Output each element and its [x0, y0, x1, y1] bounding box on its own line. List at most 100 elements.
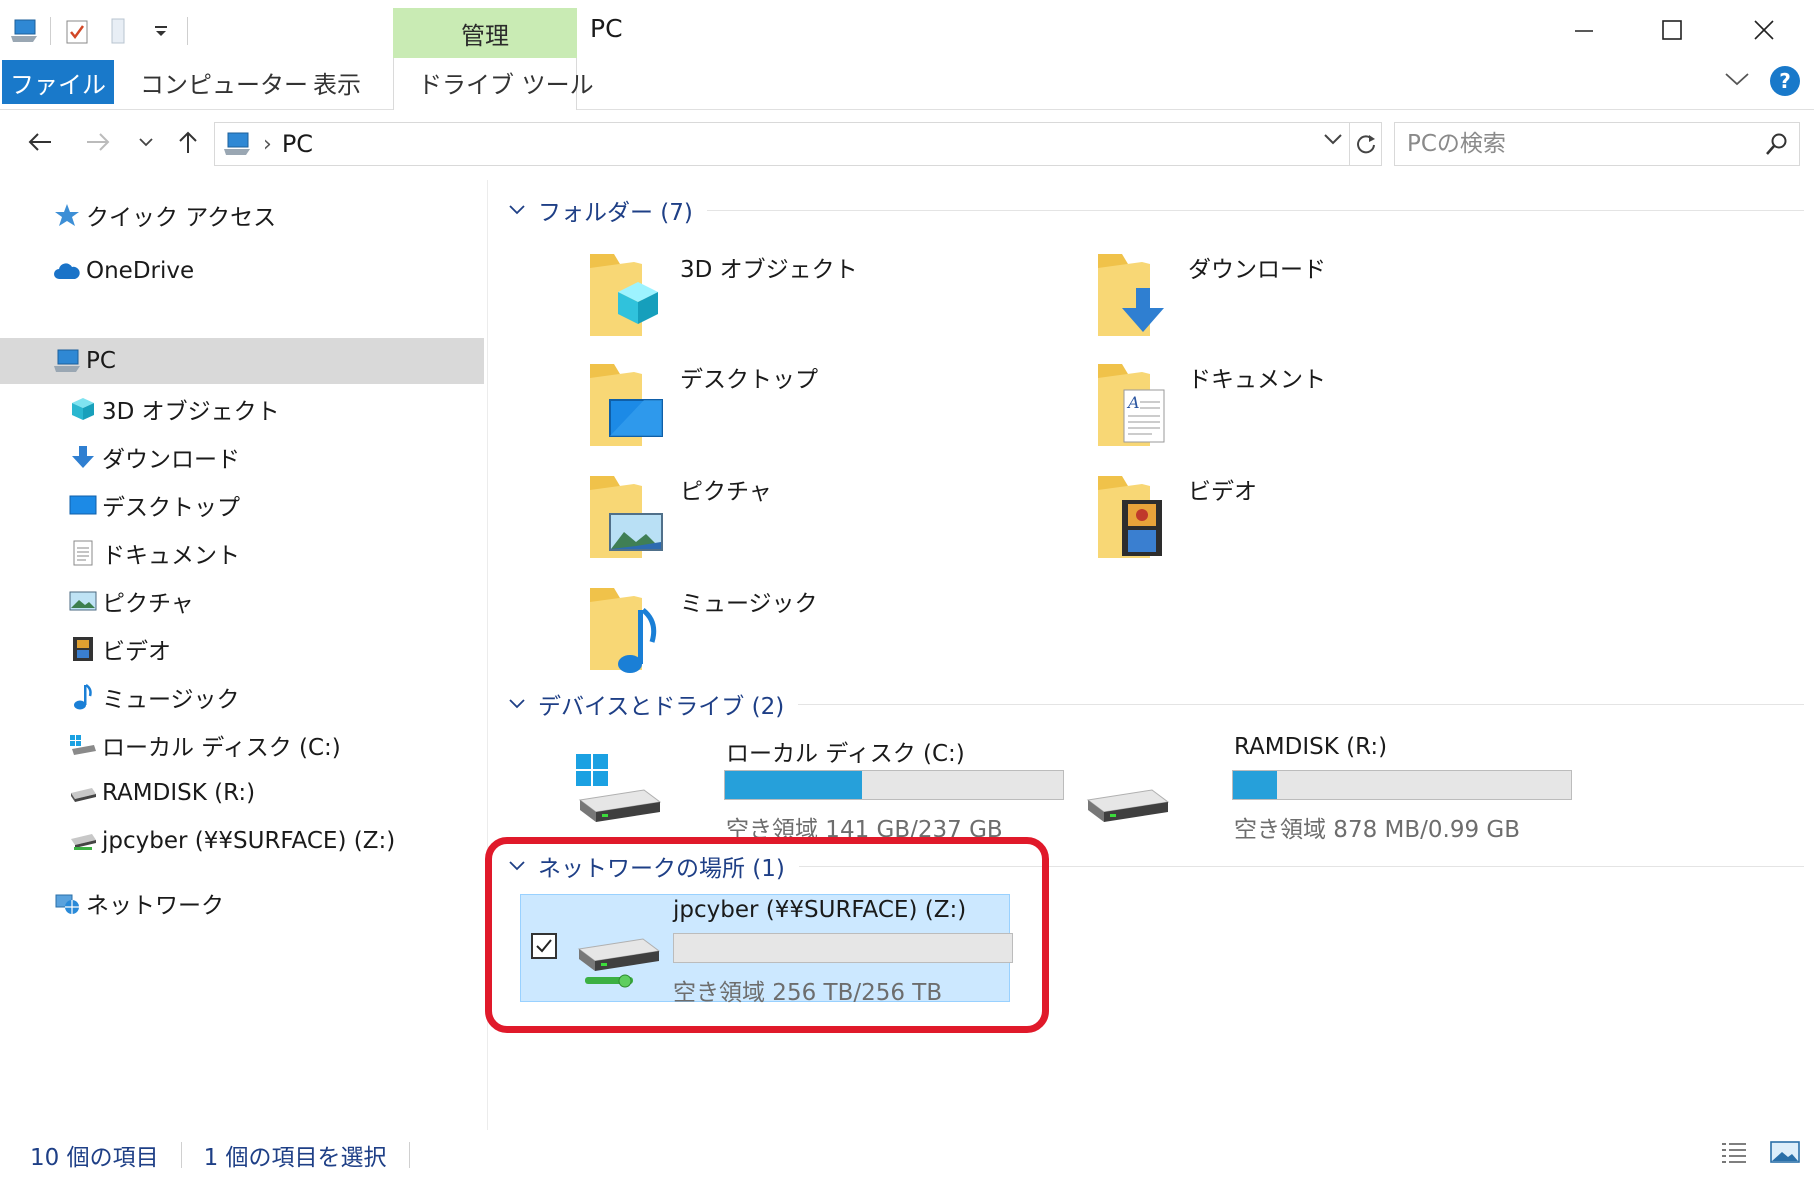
- computer-icon[interactable]: [8, 15, 40, 47]
- toolbar-divider: [187, 17, 188, 45]
- chevron-down-icon: [1725, 73, 1749, 86]
- folder-tile[interactable]: ダウンロード: [1094, 248, 1534, 348]
- sidebar-item-label: 3D オブジェクト: [102, 399, 280, 425]
- status-divider: [408, 1141, 410, 1168]
- star-icon: [52, 200, 82, 230]
- drive-usage-fill: [1233, 771, 1277, 799]
- sidebar-item-quick-access[interactable]: クイック アクセス: [0, 192, 484, 238]
- large-icons-view-button[interactable]: [1770, 1140, 1800, 1170]
- search-icon[interactable]: [1765, 132, 1789, 160]
- new-folder-icon[interactable]: [103, 15, 135, 47]
- group-header-folders[interactable]: フォルダー (7): [504, 192, 1804, 228]
- group-divider: [706, 209, 1804, 211]
- address-history-button[interactable]: [1323, 131, 1343, 150]
- computer-icon: [52, 346, 82, 376]
- drive-usage-bar: [1232, 770, 1572, 800]
- drive-usage-fill: [725, 771, 862, 799]
- document-folder-icon: A: [1094, 358, 1178, 454]
- sidebar-item-pictures[interactable]: ピクチャ: [0, 578, 484, 624]
- sidebar-item-videos[interactable]: ビデオ: [0, 626, 484, 672]
- sidebar-item-onedrive[interactable]: OneDrive: [0, 248, 484, 294]
- chevron-down-icon: [139, 138, 153, 147]
- sidebar-item-label: ピクチャ: [102, 591, 194, 617]
- sidebar-item-label: jpcyber (¥¥SURFACE) (Z:): [102, 828, 396, 854]
- tab-drive-tools[interactable]: ドライブ ツール: [418, 60, 594, 104]
- maximize-button[interactable]: [1628, 0, 1716, 60]
- group-header-label: フォルダー (7): [538, 200, 693, 226]
- back-button[interactable]: [22, 124, 58, 160]
- sidebar-item-ramdisk-r[interactable]: RAMDISK (R:): [0, 770, 484, 816]
- group-divider: [798, 703, 1804, 705]
- search-box[interactable]: [1394, 122, 1800, 166]
- folder-tile[interactable]: ピクチャ: [586, 470, 1026, 570]
- tab-file[interactable]: ファイル: [2, 60, 114, 104]
- drive-tile-ramdisk-r[interactable]: RAMDISK (R:) 空き領域 878 MB/0.99 GB: [1080, 732, 1572, 843]
- address-bar[interactable]: › PC: [214, 122, 1350, 166]
- chevron-down-icon[interactable]: [504, 698, 530, 710]
- navigation-row: › PC: [0, 118, 1814, 168]
- cloud-icon: [52, 256, 82, 286]
- breadcrumb-separator-icon[interactable]: ›: [263, 132, 272, 157]
- recent-locations-button[interactable]: [128, 124, 164, 160]
- folder-label: 3D オブジェクト: [680, 257, 858, 283]
- forward-button[interactable]: [80, 124, 116, 160]
- help-button[interactable]: ?: [1770, 66, 1800, 96]
- desktop-icon: [68, 490, 98, 520]
- navigation-pane: クイック アクセス OneDrive PC 3D オブジェクト ダウンロード デ…: [0, 180, 488, 1130]
- group-header-devices[interactable]: デバイスとドライブ (2): [504, 686, 1804, 722]
- close-button[interactable]: [1720, 0, 1808, 60]
- sidebar-item-label: OneDrive: [86, 258, 195, 284]
- sidebar-item-network[interactable]: ネットワーク: [0, 880, 484, 926]
- sidebar-item-downloads[interactable]: ダウンロード: [0, 434, 484, 480]
- refresh-button[interactable]: [1350, 122, 1382, 166]
- status-item-count: 10 個の項目: [30, 1144, 159, 1171]
- customize-toolbar-icon[interactable]: [145, 15, 177, 47]
- minimize-button[interactable]: [1540, 0, 1628, 60]
- network-drive-icon: [68, 826, 98, 856]
- details-view-button[interactable]: [1720, 1140, 1748, 1170]
- sidebar-item-label: ローカル ディスク (C:): [102, 735, 341, 761]
- sidebar-item-3d-objects[interactable]: 3D オブジェクト: [0, 386, 484, 432]
- music-folder-icon: [586, 582, 670, 678]
- sidebar-item-music[interactable]: ミュージック: [0, 674, 484, 720]
- chevron-down-icon[interactable]: [504, 204, 530, 216]
- window-title: PC: [590, 14, 623, 43]
- sidebar-item-desktop[interactable]: デスクトップ: [0, 482, 484, 528]
- folder-tile[interactable]: ミュージック: [586, 582, 1026, 682]
- sidebar-item-local-disk-c[interactable]: ローカル ディスク (C:): [0, 722, 484, 768]
- ribbon-tabs: ファイル コンピューター 表示 ドライブ ツール ?: [0, 58, 1814, 110]
- sidebar-item-label: ビデオ: [102, 639, 171, 665]
- back-arrow-icon: [28, 133, 51, 151]
- drive-tile-local-disk-c[interactable]: ローカル ディスク (C:) 空き領域 141 GB/237 GB: [572, 732, 1064, 843]
- up-button[interactable]: [170, 124, 206, 160]
- search-input[interactable]: [1407, 131, 1747, 157]
- windows-drive-icon: [572, 750, 664, 830]
- group-header-label: デバイスとドライブ (2): [538, 694, 785, 720]
- drive-icon: [1080, 750, 1172, 830]
- view-switcher: [1720, 1140, 1800, 1170]
- expand-ribbon-button[interactable]: [1724, 71, 1750, 91]
- tab-computer[interactable]: コンピューター: [140, 60, 308, 104]
- properties-icon[interactable]: [61, 15, 93, 47]
- refresh-icon: [1356, 135, 1375, 154]
- folder-label: ビデオ: [1188, 479, 1257, 505]
- svg-text:A: A: [1126, 393, 1140, 412]
- sidebar-item-pc[interactable]: PC: [0, 338, 484, 384]
- video-folder-icon: [1094, 470, 1178, 566]
- sidebar-item-label: ダウンロード: [102, 447, 240, 473]
- drive-usage-bar: [724, 770, 1064, 800]
- sidebar-item-documents[interactable]: ドキュメント: [0, 530, 484, 576]
- sidebar-item-jpcyber-z[interactable]: jpcyber (¥¥SURFACE) (Z:): [0, 818, 484, 864]
- tab-view[interactable]: 表示: [313, 60, 361, 104]
- folder-tile[interactable]: 3D オブジェクト: [586, 248, 1026, 348]
- forward-arrow-icon: [87, 133, 110, 151]
- status-divider: [180, 1141, 182, 1168]
- folder-tile[interactable]: デスクトップ: [586, 358, 1026, 458]
- folder-tile[interactable]: ビデオ: [1094, 470, 1534, 570]
- details-view-icon: [1722, 1143, 1746, 1163]
- cube-icon: [68, 394, 98, 424]
- context-tab-label: 管理: [461, 22, 509, 50]
- folder-tile[interactable]: A ドキュメント: [1094, 358, 1534, 458]
- folder-label: デスクトップ: [680, 367, 818, 393]
- breadcrumb-pc[interactable]: PC: [282, 130, 313, 158]
